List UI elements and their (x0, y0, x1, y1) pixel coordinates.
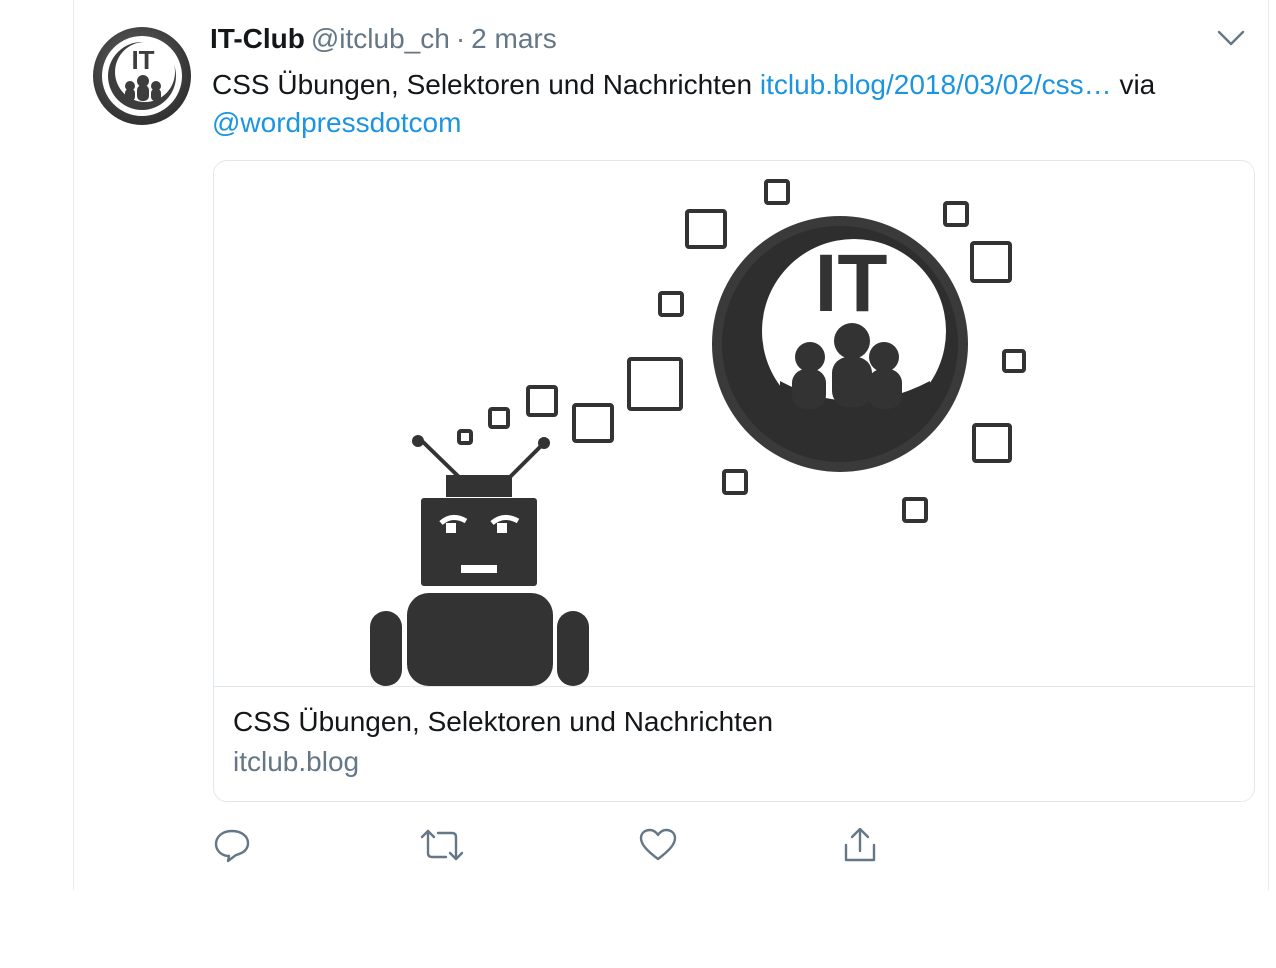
tweet-timestamp[interactable]: 2 mars (471, 23, 557, 55)
reply-button[interactable] (212, 822, 412, 868)
reply-icon (214, 829, 250, 863)
card-title: CSS Übungen, Selektoren und Nachrichten (233, 706, 774, 737)
avatar-logo-icon: IT (102, 36, 182, 116)
avatar-logo-text: IT (131, 45, 154, 75)
tweet-body: CSS Übungen, Selektoren und Nachrichten (212, 69, 753, 100)
timeline-divider (1268, 0, 1269, 890)
link-card[interactable]: IT CSS Übungen, Selektoren und Nachricht… (213, 160, 1255, 802)
heart-icon (639, 828, 677, 861)
card-image[interactable]: IT (214, 161, 1254, 687)
timeline-divider (73, 0, 74, 890)
chevron-down-icon (1217, 30, 1245, 46)
tweet[interactable]: IT IT-Club @itclub_ch · 2 mars CSS Übung… (0, 0, 1276, 968)
mention-link[interactable]: @wordpressdotcom (212, 107, 461, 138)
tweet-link[interactable]: itclub.blog/2018/03/02/css… (760, 69, 1112, 100)
tweet-text: CSS Übungen, Selektoren und Nachrichten … (212, 66, 1262, 142)
via-label: via (1119, 69, 1156, 100)
author-handle[interactable]: @itclub_ch (311, 23, 450, 55)
retweet-icon (420, 829, 464, 861)
share-button[interactable] (840, 822, 914, 868)
card-illustration: IT (370, 179, 1026, 686)
more-options-button[interactable] (1202, 22, 1260, 54)
like-button[interactable] (638, 822, 834, 868)
card-logo-text: IT (815, 238, 888, 329)
author-name[interactable]: IT-Club (210, 23, 305, 55)
avatar[interactable]: IT (93, 27, 191, 125)
header-separator: · (455, 23, 466, 54)
retweet-button[interactable] (418, 822, 632, 868)
share-icon (844, 827, 876, 862)
card-domain: itclub.blog (233, 746, 360, 777)
tweet-header: IT-Club @itclub_ch · 2 mars (210, 20, 1260, 58)
